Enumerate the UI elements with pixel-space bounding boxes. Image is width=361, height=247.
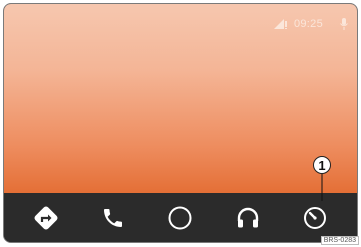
home-circle-icon xyxy=(168,206,192,229)
reference-code: BRS-0283 xyxy=(320,236,359,245)
home-button[interactable] xyxy=(160,198,200,238)
speedometer-icon xyxy=(304,206,327,229)
phone-button[interactable] xyxy=(93,198,133,238)
navigation-icon xyxy=(34,206,58,229)
callout-marker: 1 xyxy=(313,156,331,174)
microphone-icon[interactable] xyxy=(339,18,349,30)
vehicle-button[interactable] xyxy=(295,198,335,238)
main-screen-area[interactable]: 09:25 xyxy=(4,4,357,193)
signal-icon xyxy=(273,19,287,29)
phone-icon xyxy=(104,208,123,227)
clock-time: 09:25 xyxy=(293,18,323,30)
head-unit-display: 09:25 xyxy=(3,3,358,243)
audio-button[interactable] xyxy=(228,198,268,238)
app-dock xyxy=(4,193,357,242)
headphones-icon xyxy=(237,207,259,227)
status-bar: 09:25 xyxy=(273,18,349,30)
navigation-button[interactable] xyxy=(26,198,66,238)
